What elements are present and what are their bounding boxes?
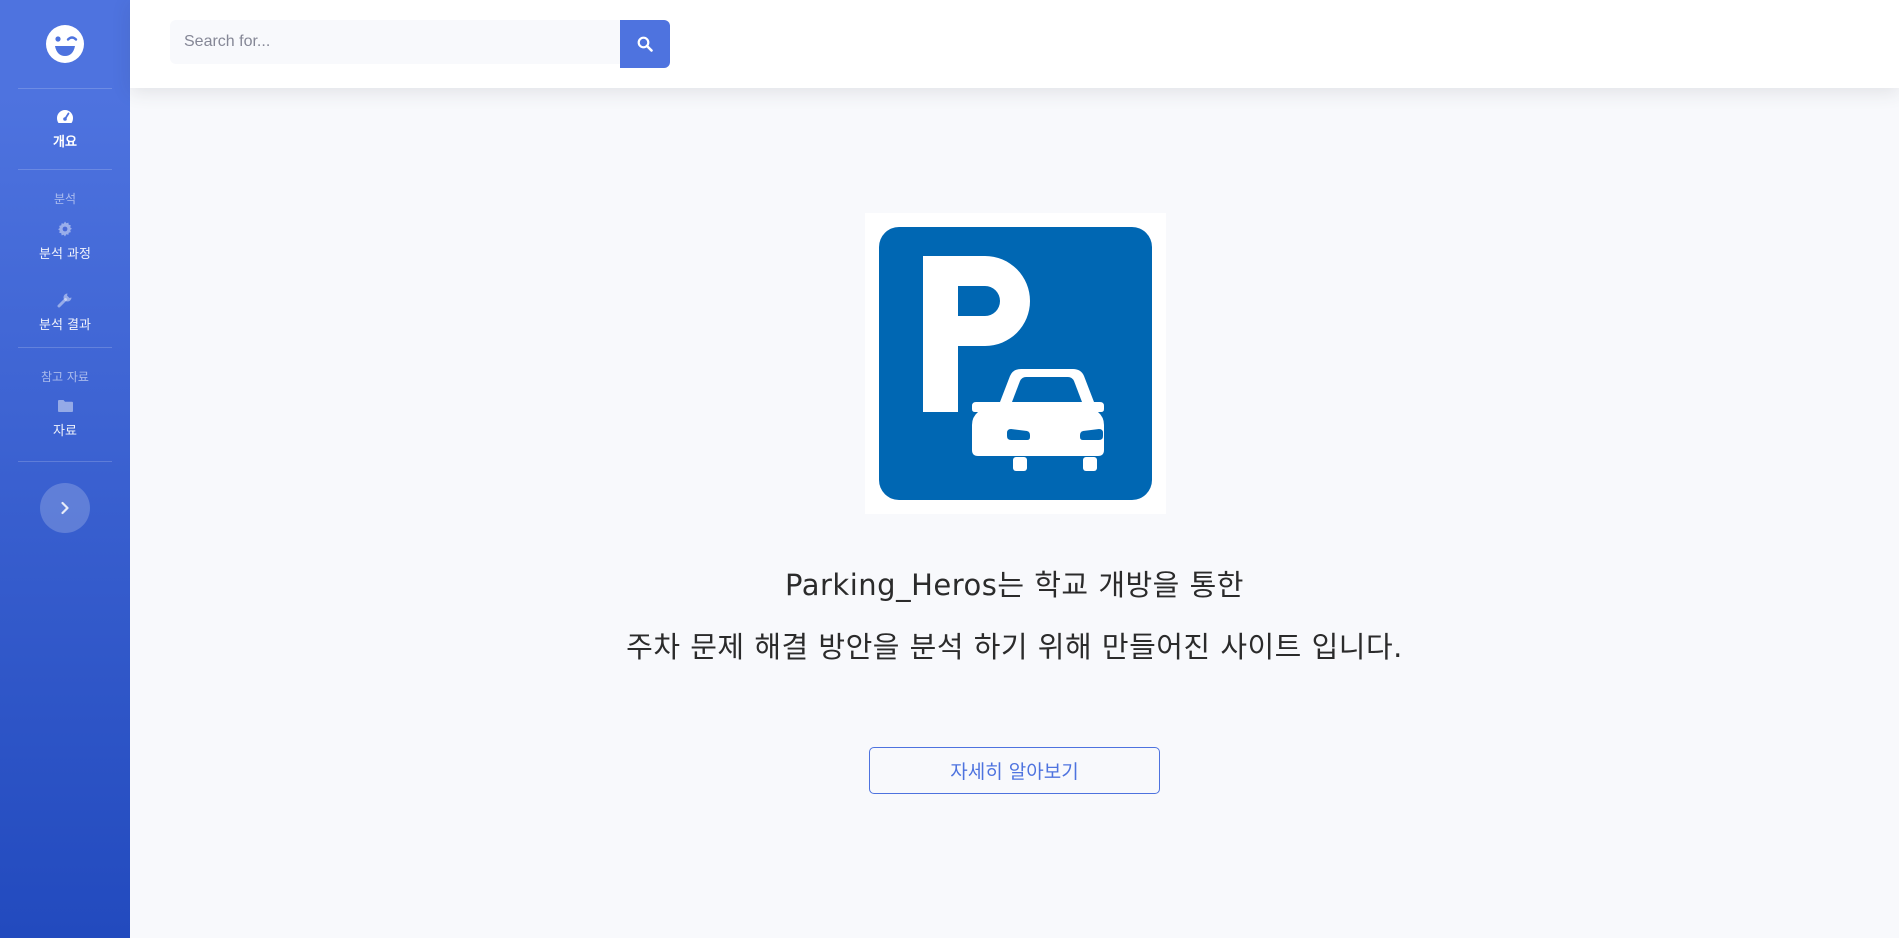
search-input[interactable] bbox=[170, 20, 620, 64]
sidebar-brand[interactable] bbox=[0, 0, 130, 88]
sidebar-item-analysis-result[interactable]: 분석 결과 bbox=[0, 267, 130, 347]
sidebar-item-label: 자료 bbox=[53, 424, 77, 439]
parking-sign-icon bbox=[879, 227, 1152, 500]
sidebar-item-overview[interactable]: 개요 bbox=[0, 89, 130, 169]
chevron-right-icon bbox=[61, 501, 69, 515]
sidebar-item-label: 분석 결과 bbox=[39, 318, 91, 333]
sidebar-item-materials[interactable]: 자료 bbox=[0, 393, 130, 443]
sidebar-heading-references: 참고 자료 bbox=[41, 370, 89, 384]
search-group bbox=[170, 20, 670, 68]
search-icon bbox=[637, 36, 653, 52]
sidebar-item-label: 개요 bbox=[53, 135, 77, 150]
sidebar-item-analysis-process[interactable]: 분석 과정 bbox=[0, 215, 130, 267]
intro-headline-line2: 주차 문제 해결 방안을 분석 하기 위해 만들어진 사이트 입니다. bbox=[626, 630, 1403, 664]
sidebar-item-label: 분석 과정 bbox=[39, 247, 91, 262]
laugh-wink-icon bbox=[46, 25, 84, 63]
sidebar-heading-analysis: 분석 bbox=[53, 192, 77, 206]
learn-more-button[interactable]: 자세히 알아보기 bbox=[869, 747, 1160, 794]
intro-headline-line1: Parking_Heros는 학교 개방을 통한 bbox=[785, 568, 1244, 602]
sidebar: 개요 분석 분석 과정 분석 결과 참고 자료 자료 bbox=[0, 0, 130, 938]
sidebar-toggle-button[interactable] bbox=[40, 483, 90, 533]
parking-sign-image bbox=[865, 213, 1166, 514]
folder-icon bbox=[56, 397, 74, 415]
gear-icon bbox=[56, 220, 74, 238]
sidebar-divider bbox=[18, 461, 112, 462]
topbar bbox=[130, 0, 1899, 88]
search-button[interactable] bbox=[620, 20, 670, 68]
main-content: Parking_Heros는 학교 개방을 통한 주차 문제 해결 방안을 분석… bbox=[130, 88, 1899, 938]
tachometer-icon bbox=[56, 108, 74, 126]
wrench-icon bbox=[56, 291, 74, 309]
